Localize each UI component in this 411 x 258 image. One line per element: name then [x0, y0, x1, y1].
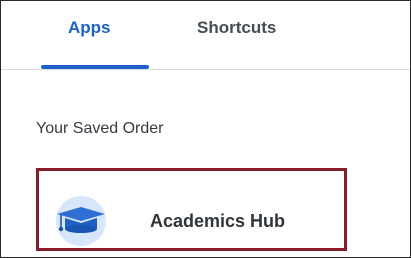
saved-order-heading: Your Saved Order: [36, 120, 164, 137]
graduation-cap-icon: [56, 196, 106, 246]
app-panel: Apps Shortcuts Your Saved Order Academic…: [0, 0, 411, 258]
app-item-academics-hub[interactable]: Academics Hub: [53, 196, 343, 246]
tab-shortcuts[interactable]: Shortcuts: [197, 18, 276, 38]
tabs-divider: [1, 69, 410, 70]
tab-apps[interactable]: Apps: [68, 18, 111, 38]
tab-bar: Apps Shortcuts: [1, 1, 410, 69]
app-label: Academics Hub: [150, 211, 286, 231]
